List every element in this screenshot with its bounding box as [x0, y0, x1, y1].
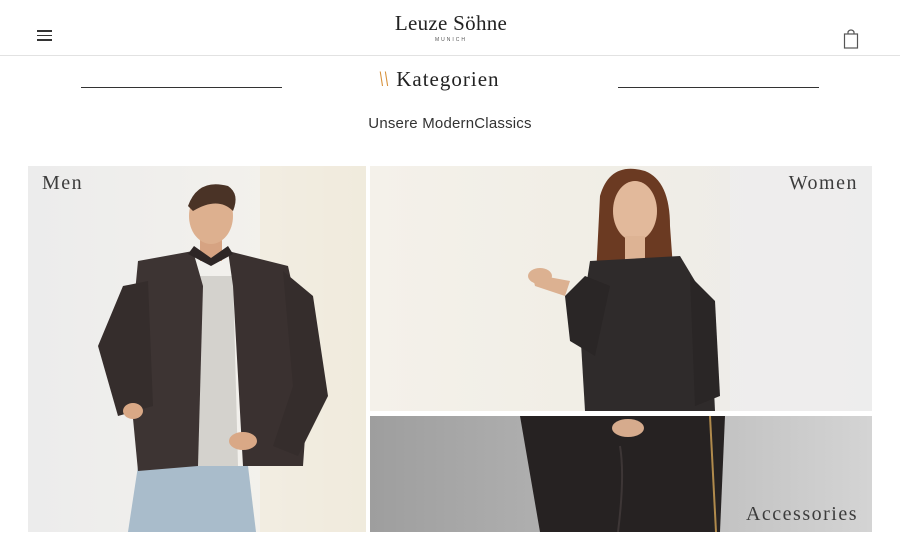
site-header: Leuze Söhne MUNICH	[0, 0, 900, 56]
category-tile-accessories[interactable]: Accessories	[370, 416, 872, 532]
hamburger-menu-icon-bar	[37, 39, 52, 41]
menu-button[interactable]	[37, 30, 53, 42]
cart-button[interactable]	[843, 29, 859, 49]
logo-subtitle: MUNICH	[435, 37, 467, 43]
section-heading: \\ Kategorien	[378, 66, 500, 96]
women-photo	[370, 166, 872, 411]
men-photo	[28, 166, 366, 532]
category-tile-men[interactable]: Men	[28, 166, 366, 532]
shopping-bag-icon	[843, 29, 859, 49]
category-tile-women[interactable]: Women	[370, 166, 872, 411]
section-title: Kategorien	[396, 67, 500, 91]
category-label-women: Women	[788, 172, 858, 194]
section-subtitle: Unsere ModernClassics	[368, 115, 532, 132]
hamburger-menu-icon	[37, 30, 52, 32]
heading-accent-mark: \\	[378, 66, 389, 91]
title-rule-right	[618, 87, 819, 88]
category-label-men: Men	[42, 172, 84, 194]
brand-logo[interactable]: Leuze Söhne MUNICH	[380, 11, 522, 45]
logo-wordmark: Leuze Söhne	[394, 11, 508, 35]
hamburger-menu-icon-bar	[37, 34, 52, 36]
category-label-accessories: Accessories	[745, 503, 858, 525]
title-rule-left	[81, 87, 282, 88]
